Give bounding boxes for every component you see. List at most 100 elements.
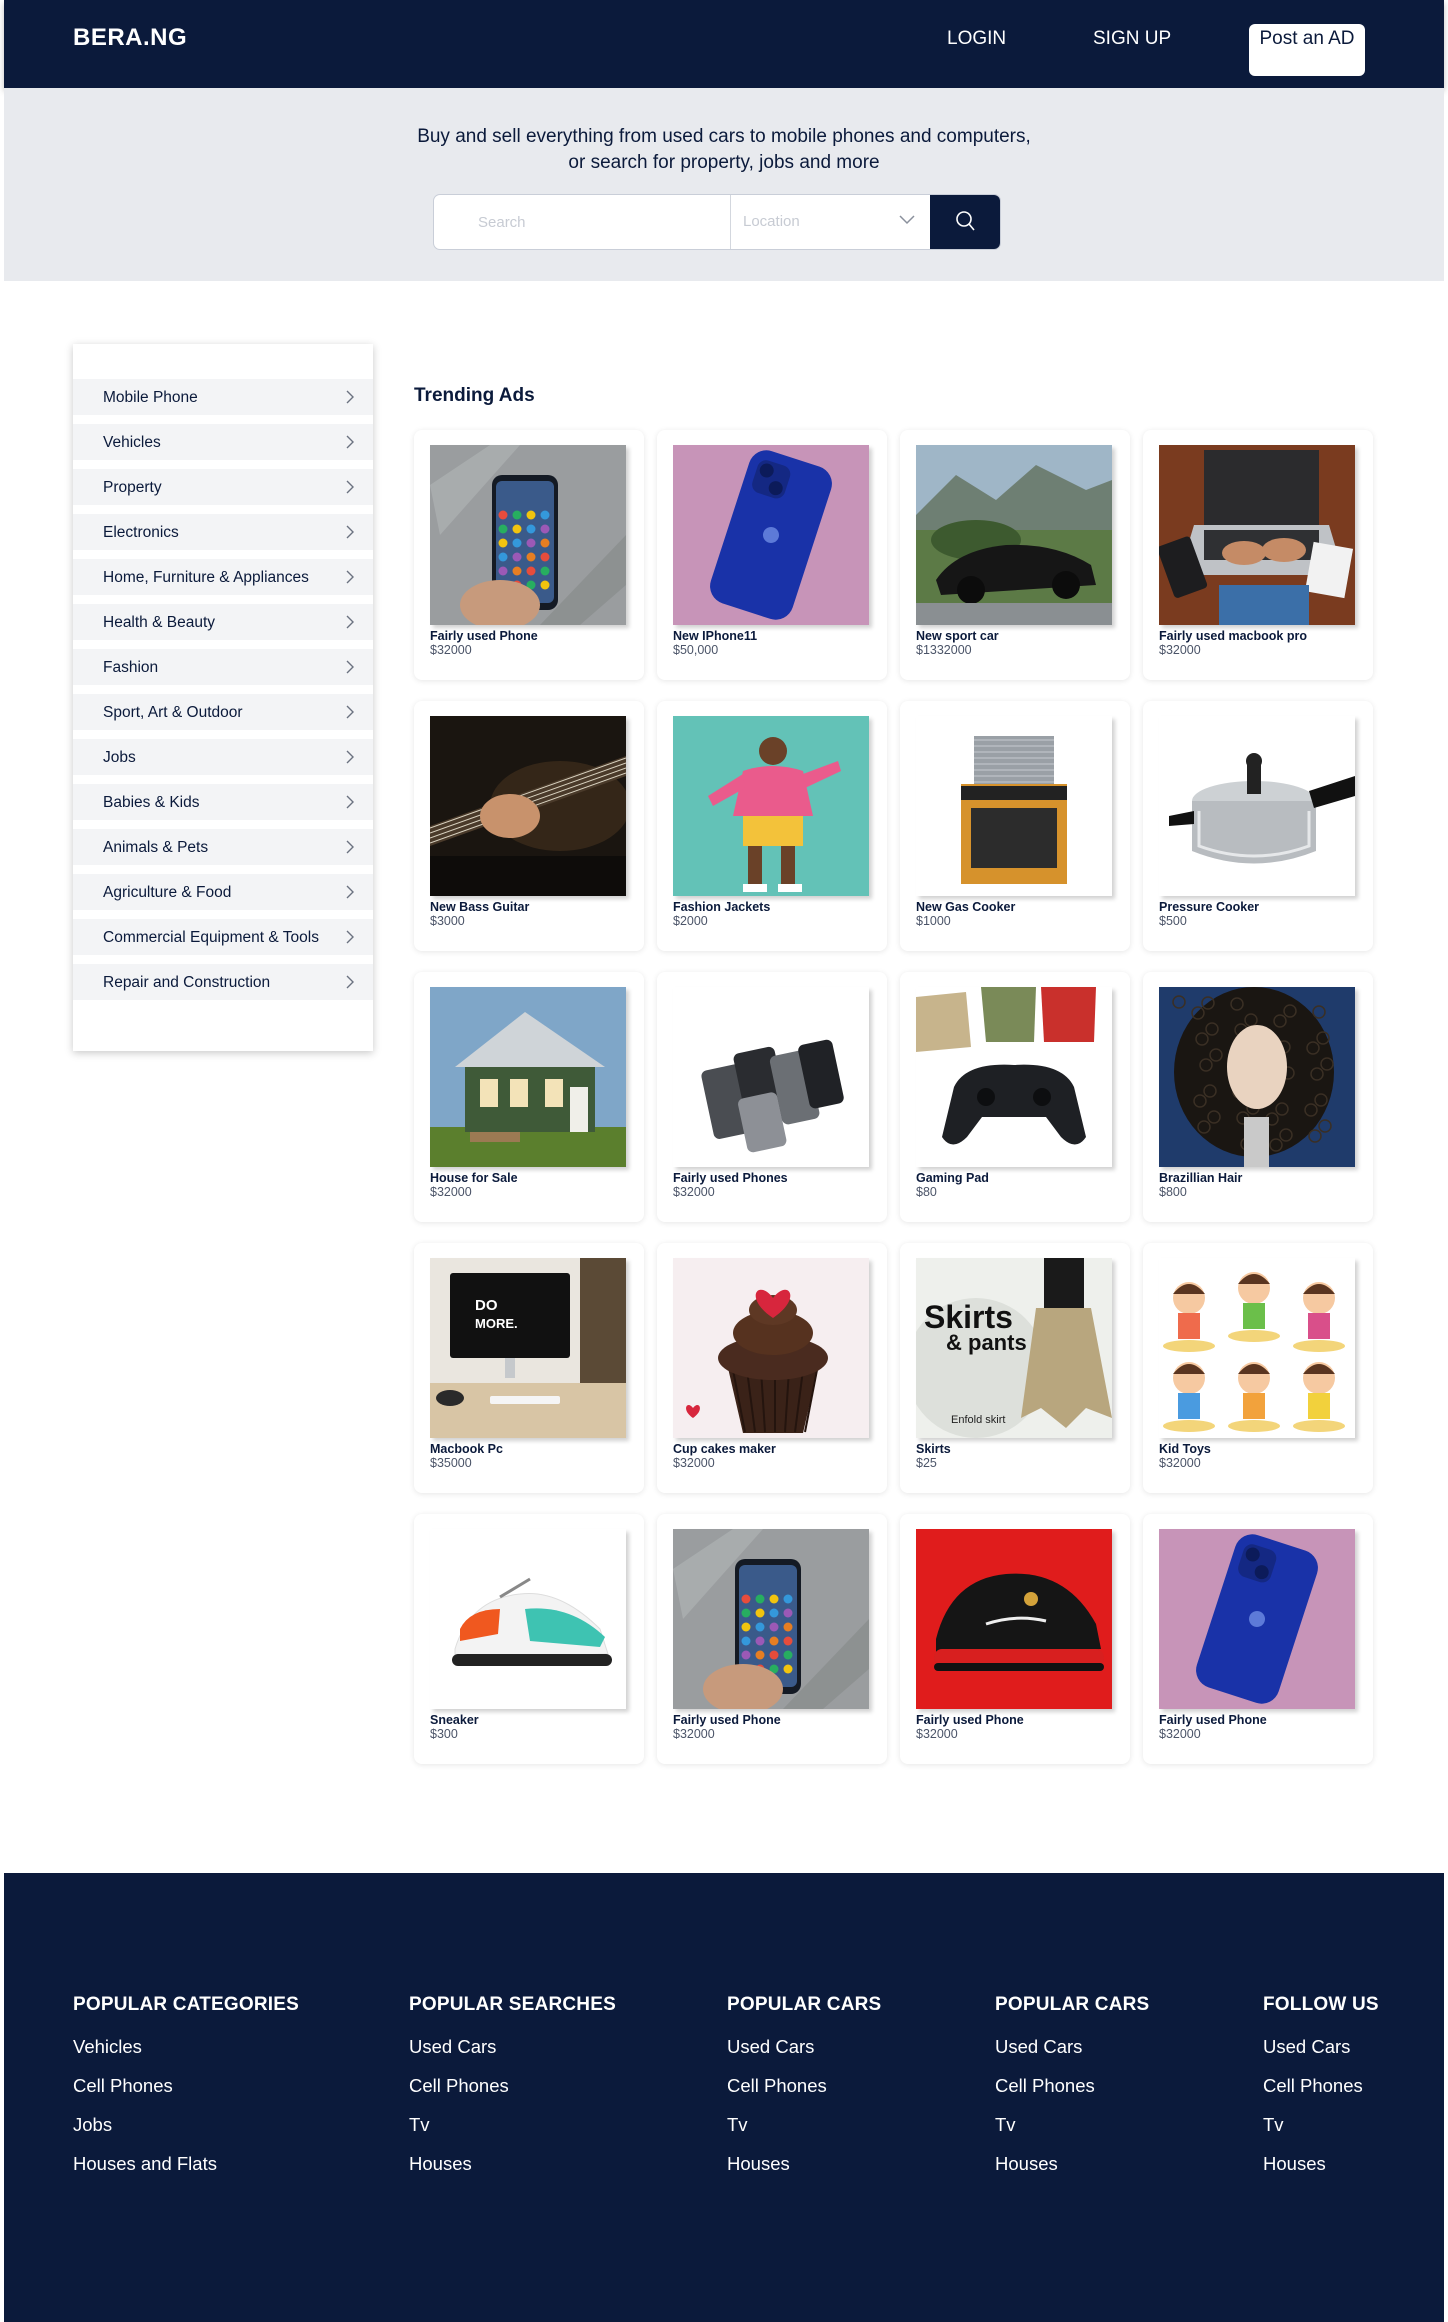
footer-link[interactable]: Houses — [409, 2153, 616, 2192]
ad-title[interactable]: Cup cakes maker — [673, 1442, 776, 1456]
ad-title[interactable]: Fairly used macbook pro — [1159, 629, 1307, 643]
ad-image[interactable] — [1159, 445, 1355, 625]
ad-card[interactable]: New Gas Cooker $1000 — [900, 701, 1130, 951]
ad-card[interactable]: Pressure Cooker $500 — [1143, 701, 1373, 951]
sidebar-item[interactable]: Sport, Art & Outdoor — [73, 694, 373, 730]
ad-card[interactable]: Sneaker $300 — [414, 1514, 644, 1764]
ad-image[interactable] — [916, 987, 1112, 1167]
ad-card[interactable]: Kid Toys $32000 — [1143, 1243, 1373, 1493]
ad-card[interactable]: Cup cakes maker $32000 — [657, 1243, 887, 1493]
ad-title[interactable]: Skirts — [916, 1442, 951, 1456]
sidebar-item[interactable]: Animals & Pets — [73, 829, 373, 865]
ad-title[interactable]: Gaming Pad — [916, 1171, 989, 1185]
ad-title[interactable]: Sneaker — [430, 1713, 479, 1727]
ad-image[interactable] — [916, 445, 1112, 625]
sidebar-item[interactable]: Commercial Equipment & Tools — [73, 919, 373, 955]
ad-card[interactable]: Fairly used macbook pro $32000 — [1143, 430, 1373, 680]
location-select[interactable]: Location — [730, 195, 930, 249]
footer-link[interactable]: Used Cars — [727, 2036, 881, 2075]
ad-title[interactable]: Fashion Jackets — [673, 900, 770, 914]
sidebar-item[interactable]: Property — [73, 469, 373, 505]
ad-image[interactable] — [430, 716, 626, 896]
ad-title[interactable]: New IPhone11 — [673, 629, 757, 643]
ad-image[interactable] — [916, 1529, 1112, 1709]
ad-title[interactable]: Macbook Pc — [430, 1442, 503, 1456]
ad-image[interactable] — [673, 1529, 869, 1709]
ad-title[interactable]: House for Sale — [430, 1171, 518, 1185]
sidebar-item[interactable]: Health & Beauty — [73, 604, 373, 640]
sidebar-item[interactable]: Home, Furniture & Appliances — [73, 559, 373, 595]
ad-image[interactable] — [673, 987, 869, 1167]
footer-link[interactable]: Tv — [1263, 2114, 1379, 2153]
footer-link[interactable]: Cell Phones — [995, 2075, 1149, 2114]
footer-link[interactable]: Cell Phones — [73, 2075, 299, 2114]
ad-card[interactable]: New sport car $1332000 — [900, 430, 1130, 680]
ad-card[interactable]: Brazillian Hair $800 — [1143, 972, 1373, 1222]
footer-link[interactable]: Vehicles — [73, 2036, 299, 2075]
ad-card[interactable]: Fairly used Phones $32000 — [657, 972, 887, 1222]
sidebar-item[interactable]: Mobile Phone — [73, 379, 373, 415]
sidebar-item[interactable]: Jobs — [73, 739, 373, 775]
ad-card[interactable]: Skirts & pants Enfold skirt Skirts $25 — [900, 1243, 1130, 1493]
ad-title[interactable]: Fairly used Phones — [673, 1171, 788, 1185]
ad-title[interactable]: Brazillian Hair — [1159, 1171, 1242, 1185]
ad-image[interactable]: Skirts & pants Enfold skirt — [916, 1258, 1112, 1438]
footer-link[interactable]: Used Cars — [995, 2036, 1149, 2075]
footer-link[interactable]: Houses — [995, 2153, 1149, 2192]
ad-image[interactable] — [430, 445, 626, 625]
ad-title[interactable]: Kid Toys — [1159, 1442, 1211, 1456]
ad-card[interactable]: New IPhone11 $50,000 — [657, 430, 887, 680]
signup-link[interactable]: SIGN UP — [1093, 28, 1171, 50]
footer-link[interactable]: Cell Phones — [727, 2075, 881, 2114]
sidebar-item[interactable]: Vehicles — [73, 424, 373, 460]
footer-link[interactable]: Jobs — [73, 2114, 299, 2153]
ad-image[interactable] — [1159, 716, 1355, 896]
site-logo[interactable]: BERA.NG — [73, 24, 187, 52]
ad-image[interactable] — [1159, 1529, 1355, 1709]
footer-link[interactable]: Used Cars — [409, 2036, 616, 2075]
sidebar-item[interactable]: Electronics — [73, 514, 373, 550]
sidebar-item[interactable]: Agriculture & Food — [73, 874, 373, 910]
footer-link[interactable]: Used Cars — [1263, 2036, 1379, 2075]
footer-link[interactable]: Cell Phones — [1263, 2075, 1379, 2114]
ad-image[interactable] — [916, 716, 1112, 896]
search-input[interactable] — [434, 195, 730, 249]
ad-image[interactable] — [430, 1529, 626, 1709]
ad-title[interactable]: New Bass Guitar — [430, 900, 529, 914]
ad-title[interactable]: Fairly used Phone — [916, 1713, 1024, 1727]
sidebar-item[interactable]: Babies & Kids — [73, 784, 373, 820]
ad-title[interactable]: Fairly used Phone — [1159, 1713, 1267, 1727]
footer-link[interactable]: Houses — [727, 2153, 881, 2192]
ad-image[interactable] — [1159, 987, 1355, 1167]
footer-link[interactable]: Tv — [727, 2114, 881, 2153]
footer-link[interactable]: Houses and Flats — [73, 2153, 299, 2192]
ad-title[interactable]: New Gas Cooker — [916, 900, 1015, 914]
footer-link[interactable]: Tv — [995, 2114, 1149, 2153]
footer-link[interactable]: Cell Phones — [409, 2075, 616, 2114]
ad-card[interactable]: Fashion Jackets $2000 — [657, 701, 887, 951]
ad-image[interactable] — [673, 1258, 869, 1438]
ad-title[interactable]: Fairly used Phone — [430, 629, 538, 643]
ad-card[interactable]: DO MORE. Macbook Pc $35000 — [414, 1243, 644, 1493]
ad-image[interactable]: DO MORE. — [430, 1258, 626, 1438]
sidebar-item[interactable]: Fashion — [73, 649, 373, 685]
ad-image[interactable] — [1159, 1258, 1355, 1438]
sidebar-item[interactable]: Repair and Construction — [73, 964, 373, 1000]
ad-card[interactable]: House for Sale $32000 — [414, 972, 644, 1222]
footer-link[interactable]: Tv — [409, 2114, 616, 2153]
ad-card[interactable]: Fairly used Phone $32000 — [657, 1514, 887, 1764]
ad-card[interactable]: Fairly used Phone $32000 — [900, 1514, 1130, 1764]
ad-image[interactable] — [673, 716, 869, 896]
ad-title[interactable]: Pressure Cooker — [1159, 900, 1259, 914]
ad-image[interactable] — [673, 445, 869, 625]
ad-card[interactable]: Fairly used Phone $32000 — [1143, 1514, 1373, 1764]
post-ad-button[interactable]: Post an AD — [1249, 24, 1365, 76]
ad-card[interactable]: Gaming Pad $80 — [900, 972, 1130, 1222]
ad-title[interactable]: Fairly used Phone — [673, 1713, 781, 1727]
footer-link[interactable]: Houses — [1263, 2153, 1379, 2192]
login-link[interactable]: LOGIN — [947, 28, 1006, 50]
ad-image[interactable] — [430, 987, 626, 1167]
ad-title[interactable]: New sport car — [916, 629, 999, 643]
ad-card[interactable]: New Bass Guitar $3000 — [414, 701, 644, 951]
search-button[interactable] — [930, 195, 1000, 249]
